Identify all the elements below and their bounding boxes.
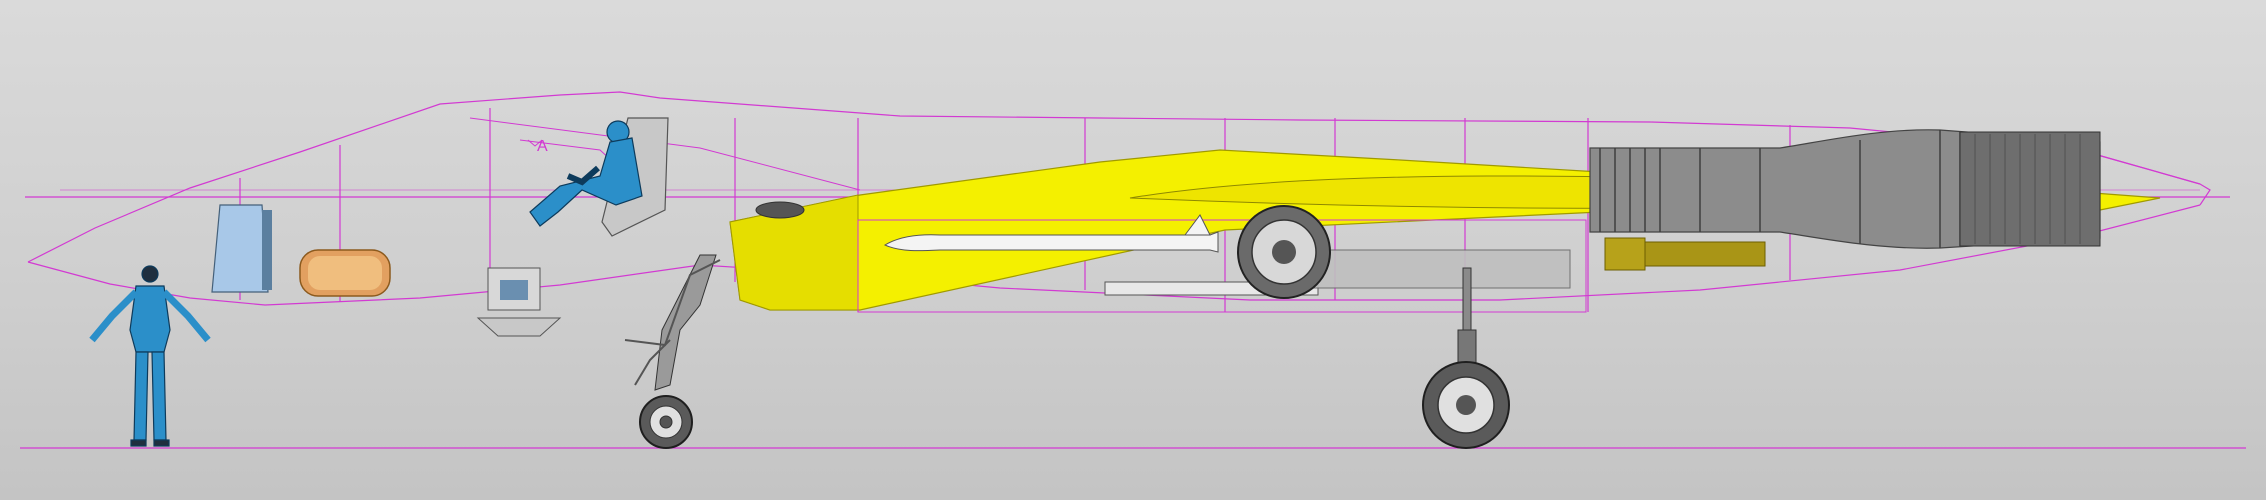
missile-1 [883,231,1219,253]
turbofan-engine-icon [1589,129,2101,271]
nose-avionics [211,204,562,337]
cad-viewport[interactable]: A [0,0,2266,500]
exhaust-nozzle [1959,131,2101,247]
bay-rack [1299,249,1571,289]
bulkhead-plate [476,317,562,337]
main-wheel-icon [1422,267,1510,449]
avionics-box-panel [500,280,528,300]
station-marker-label: A [537,138,548,155]
mission-computer [211,204,269,293]
stowed-main-wheel [1237,205,1331,299]
gearbox [1644,241,1766,267]
nose-gear-door [755,201,805,219]
fuel-pump [1604,237,1646,271]
radar-array-face [308,256,382,290]
seated-pilot-icon [529,117,669,237]
computer-bezel [262,210,272,290]
aircraft-side-view-drawing: A [20,91,2246,449]
standing-person-icon [89,265,211,447]
